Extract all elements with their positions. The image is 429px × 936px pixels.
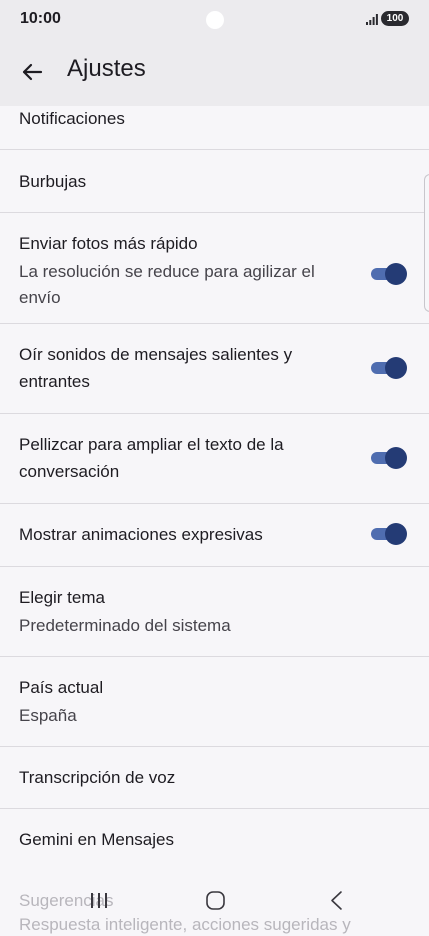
setting-country-value: España [19, 706, 77, 725]
settings-list[interactable]: Notificaciones Burbujas Enviar fotos más… [0, 106, 429, 870]
setting-voice-label: Transcripción de voz [19, 768, 176, 787]
setting-voice-transcription[interactable]: Transcripción de voz [0, 747, 429, 809]
camera-cutout [206, 11, 224, 29]
toggle-thumb [385, 523, 407, 545]
app-bar: Ajustes [0, 40, 429, 106]
home-icon [206, 891, 225, 910]
battery-icon: 100 [381, 11, 409, 26]
setting-fast-photos[interactable]: Enviar fotos más rápido La resolución se… [0, 213, 429, 324]
setting-fast-photos-subtitle-2: envío [19, 288, 61, 307]
setting-bubbles[interactable]: Burbujas [0, 150, 429, 213]
page-title: Ajustes [67, 55, 146, 82]
setting-animations[interactable]: Mostrar animaciones expresivas [0, 504, 429, 567]
setting-pinch-zoom[interactable]: Pellizcar para ampliar el texto de la co… [0, 414, 429, 504]
status-time: 10:00 [20, 10, 61, 27]
back-button[interactable] [16, 56, 48, 88]
setting-notifications[interactable]: Notificaciones [0, 106, 429, 150]
nav-back-button[interactable] [322, 887, 352, 915]
toggle-thumb [385, 357, 407, 379]
recent-apps-button[interactable] [84, 887, 114, 915]
pinch-zoom-toggle[interactable] [371, 447, 407, 469]
setting-fast-photos-title: Enviar fotos más rápido [19, 234, 198, 253]
setting-theme[interactable]: Elegir tema Predeterminado del sistema [0, 567, 429, 657]
scrollbar-handle[interactable] [424, 174, 429, 312]
recent-apps-icon [91, 893, 107, 908]
setting-sounds-title-2: entrantes [19, 372, 90, 391]
setting-pinch-zoom-title-1: Pellizcar para ampliar el texto de la [19, 435, 284, 454]
setting-theme-value: Predeterminado del sistema [19, 616, 231, 635]
toggle-thumb [385, 263, 407, 285]
sounds-toggle[interactable] [371, 357, 407, 379]
status-bar: 10:00 100 [0, 0, 429, 40]
setting-bubbles-label: Burbujas [19, 172, 87, 191]
setting-gemini[interactable]: Gemini en Mensajes [0, 809, 429, 870]
setting-animations-title: Mostrar animaciones expresivas [19, 525, 263, 544]
home-button[interactable] [201, 887, 231, 915]
setting-pinch-zoom-title-2: conversación [19, 462, 120, 481]
setting-notifications-label: Notificaciones [19, 109, 125, 128]
setting-sounds[interactable]: Oír sonidos de mensajes salientes y entr… [0, 324, 429, 414]
signal-icon [366, 14, 378, 25]
setting-suggestions-subtitle: Respuesta inteligente, acciones sugerida… [19, 915, 351, 934]
fast-photos-toggle[interactable] [371, 263, 407, 285]
animations-toggle[interactable] [371, 523, 407, 545]
setting-gemini-label: Gemini en Mensajes [19, 830, 174, 849]
nav-back-icon [331, 891, 342, 910]
setting-fast-photos-subtitle-1: La resolución se reduce para agilizar el [19, 262, 315, 281]
arrow-back-icon [22, 63, 43, 81]
toggle-thumb [385, 447, 407, 469]
navigation-bar: Sugerencias Respuesta inteligente, accio… [0, 870, 429, 934]
setting-theme-title: Elegir tema [19, 588, 105, 607]
setting-sounds-title-1: Oír sonidos de mensajes salientes y [19, 345, 293, 364]
setting-country[interactable]: País actual España [0, 657, 429, 747]
setting-country-title: País actual [19, 678, 104, 697]
